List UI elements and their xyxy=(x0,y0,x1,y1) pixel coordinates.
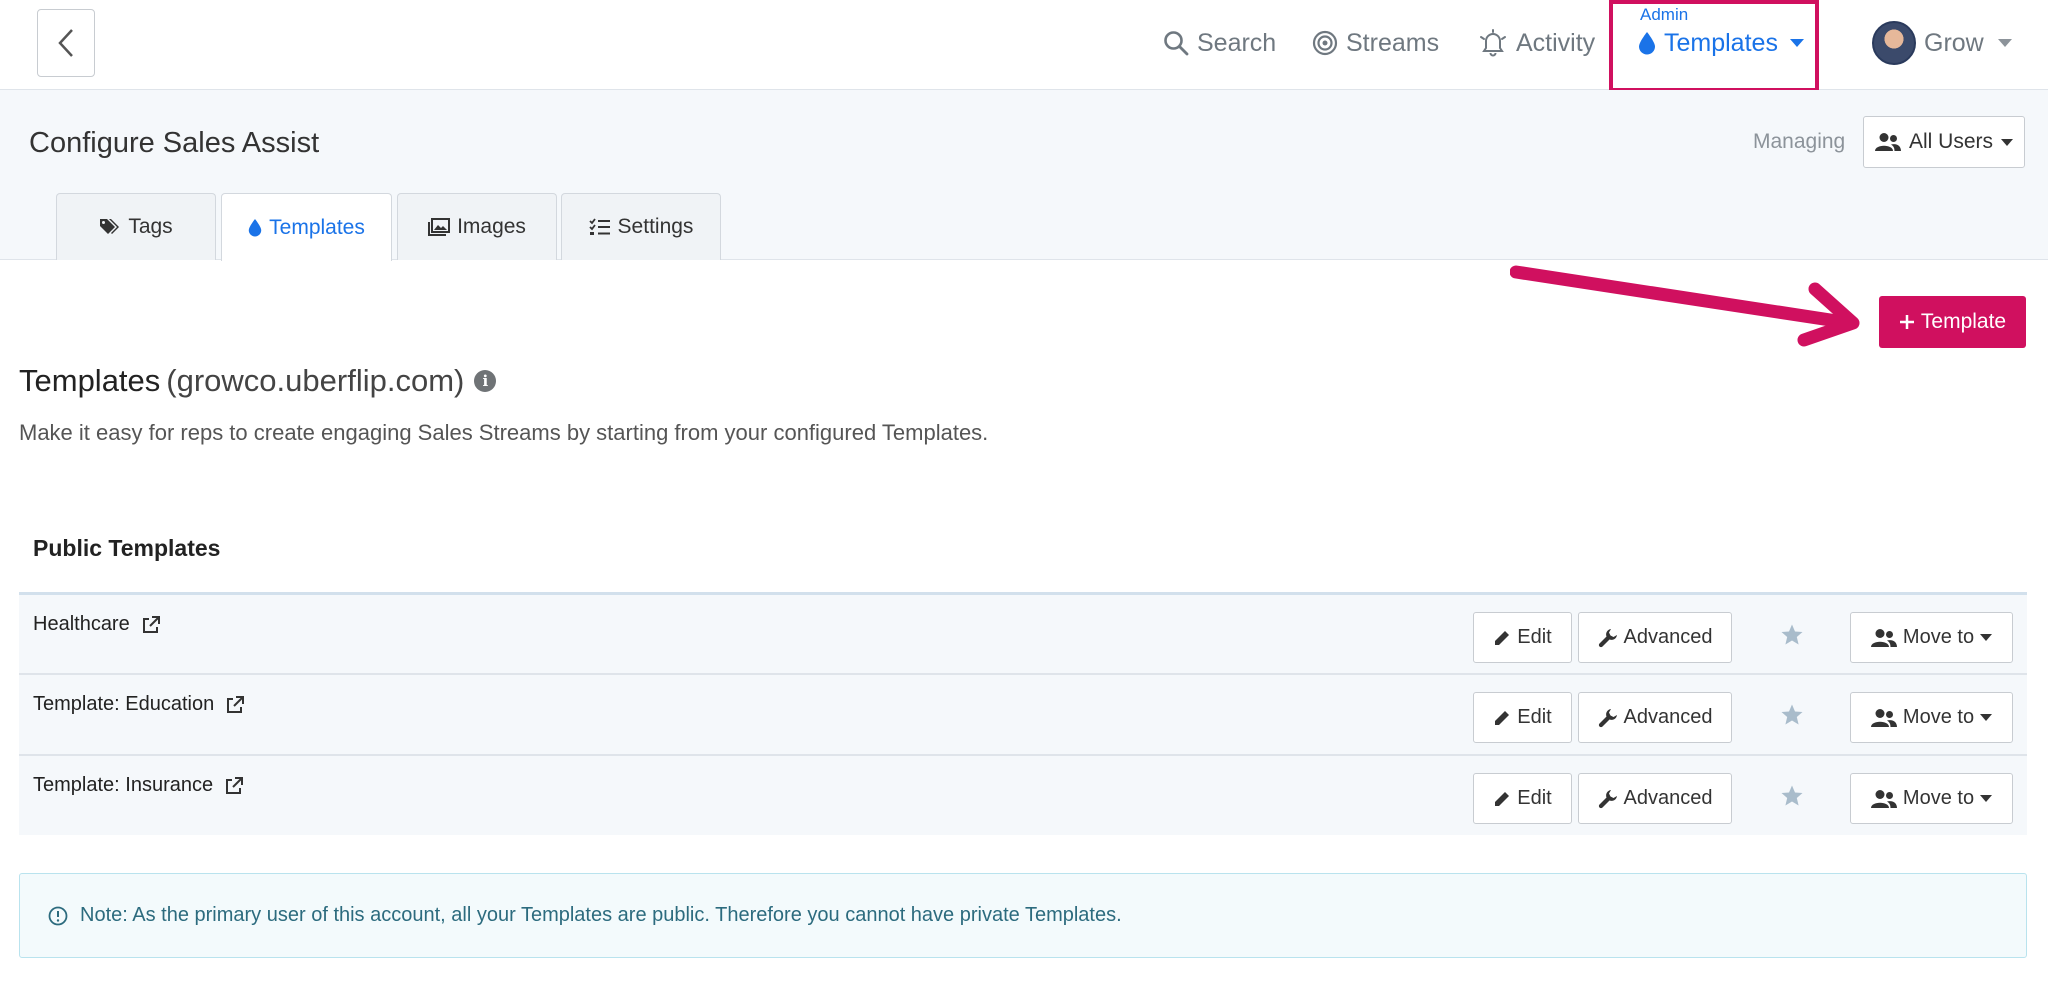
chevron-left-icon xyxy=(58,29,73,57)
template-name[interactable]: Template: Insurance xyxy=(33,774,244,797)
managing-label: Managing xyxy=(1753,130,1846,153)
nav-activity-label: Activity xyxy=(1516,28,1596,57)
star-icon[interactable] xyxy=(1780,703,1804,727)
tab-settings-label: Settings xyxy=(617,215,694,238)
table-row: Template: Insurance Edit Advanced Move t… xyxy=(19,754,2027,835)
move-to-label: Move to xyxy=(1902,706,1975,728)
chevron-down-icon xyxy=(1997,39,2012,47)
advanced-label: Advanced xyxy=(1623,626,1713,648)
template-name[interactable]: Template: Education xyxy=(33,693,245,716)
star-icon[interactable] xyxy=(1780,623,1804,647)
edit-button[interactable]: Edit xyxy=(1473,612,1572,663)
nav-admin-label: Admin xyxy=(1640,5,1689,24)
checklist-icon xyxy=(588,218,610,235)
user-name: Grow xyxy=(1924,28,1984,57)
template-name[interactable]: Healthcare xyxy=(33,613,160,636)
edit-button[interactable]: Edit xyxy=(1473,692,1572,743)
star-icon[interactable] xyxy=(1780,784,1804,808)
nav-search[interactable]: Search xyxy=(1163,26,1276,60)
external-link-icon[interactable] xyxy=(225,776,244,795)
nav-templates-label: Templates xyxy=(1664,28,1778,57)
section-title: Templates (growco.uberflip.com) i xyxy=(19,363,497,399)
add-template-label: Template xyxy=(1920,310,2007,333)
search-icon xyxy=(1164,31,1189,56)
section-domain: (growco.uberflip.com) xyxy=(166,363,465,398)
move-to-label: Move to xyxy=(1902,626,1975,648)
external-link-icon[interactable] xyxy=(226,695,245,714)
nav-templates[interactable]: Templates xyxy=(1638,26,1804,60)
wrench-icon xyxy=(1598,708,1617,727)
template-name-label: Template: Insurance xyxy=(33,774,214,796)
tab-images-label: Images xyxy=(457,215,526,238)
tab-templates[interactable]: Templates xyxy=(221,193,392,261)
page-title: Configure Sales Assist xyxy=(29,127,320,159)
streams-icon xyxy=(1312,30,1338,56)
template-name-label: Template: Education xyxy=(33,693,215,715)
templates-table: Healthcare Edit Advanced Move to Templat… xyxy=(19,592,2027,835)
note-banner: Note: As the primary user of this accoun… xyxy=(19,873,2027,958)
plus-icon xyxy=(1899,315,1914,329)
chevron-down-icon xyxy=(1789,39,1804,47)
tab-images[interactable]: Images xyxy=(397,193,557,260)
chevron-down-icon xyxy=(2001,138,2013,146)
top-nav-bar: Search Streams Activity Admin Templates … xyxy=(0,0,2048,92)
public-templates-title: Public Templates xyxy=(33,535,221,561)
back-button[interactable] xyxy=(37,9,95,77)
nav-search-label: Search xyxy=(1197,28,1277,57)
tab-tags-label: Tags xyxy=(128,215,173,238)
users-icon xyxy=(1874,133,1901,151)
move-to-dropdown[interactable]: Move to xyxy=(1850,773,2013,824)
move-to-dropdown[interactable]: Move to xyxy=(1850,692,2013,743)
images-icon xyxy=(428,218,451,236)
move-to-label: Move to xyxy=(1902,787,1975,809)
users-icon xyxy=(1870,708,1897,727)
wrench-icon xyxy=(1598,628,1617,647)
advanced-label: Advanced xyxy=(1623,706,1713,728)
pencil-icon xyxy=(1495,710,1510,725)
tab-templates-label: Templates xyxy=(269,215,365,239)
info-icon[interactable]: i xyxy=(474,370,497,392)
avatar xyxy=(1872,21,1916,65)
advanced-button[interactable]: Advanced xyxy=(1578,773,1732,824)
nav-activity[interactable]: Activity xyxy=(1478,26,1595,60)
pencil-icon xyxy=(1495,630,1510,645)
nav-streams-label: Streams xyxy=(1346,28,1440,57)
move-to-dropdown[interactable]: Move to xyxy=(1850,612,2013,663)
note-text: Note: As the primary user of this accoun… xyxy=(80,904,1122,926)
bell-icon xyxy=(1480,29,1506,57)
tab-tags[interactable]: Tags xyxy=(56,193,216,260)
edit-button[interactable]: Edit xyxy=(1473,773,1572,824)
advanced-button[interactable]: Advanced xyxy=(1578,692,1732,743)
external-link-icon[interactable] xyxy=(142,615,160,634)
users-icon xyxy=(1870,789,1897,808)
tags-icon xyxy=(100,219,120,234)
template-name-label: Healthcare xyxy=(33,613,130,635)
table-row: Template: Education Edit Advanced Move t… xyxy=(19,673,2027,754)
chevron-down-icon xyxy=(1980,795,1993,802)
chevron-down-icon xyxy=(1980,634,1993,641)
section-description: Make it easy for reps to create engaging… xyxy=(19,420,989,445)
droplet-icon xyxy=(248,218,262,237)
user-menu[interactable]: Grow xyxy=(1872,21,2012,65)
arrow-annotation-icon xyxy=(1510,265,1860,347)
advanced-button[interactable]: Advanced xyxy=(1578,612,1732,663)
wrench-icon xyxy=(1598,789,1617,808)
alert-circle-icon xyxy=(48,906,68,925)
add-template-button[interactable]: Template xyxy=(1879,296,2026,348)
edit-label: Edit xyxy=(1517,626,1552,648)
edit-label: Edit xyxy=(1517,787,1552,809)
nav-streams[interactable]: Streams xyxy=(1312,26,1439,60)
advanced-label: Advanced xyxy=(1623,787,1713,809)
section-title-text: Templates xyxy=(19,363,161,398)
edit-label: Edit xyxy=(1517,706,1552,728)
users-icon xyxy=(1870,628,1897,647)
table-row: Healthcare Edit Advanced Move to xyxy=(19,592,2027,673)
chevron-down-icon xyxy=(1980,714,1993,721)
droplet-icon xyxy=(1639,32,1655,55)
all-users-label: All Users xyxy=(1908,130,1993,153)
all-users-dropdown[interactable]: All Users xyxy=(1863,116,2025,168)
pencil-icon xyxy=(1495,791,1510,806)
tab-settings[interactable]: Settings xyxy=(561,193,721,260)
